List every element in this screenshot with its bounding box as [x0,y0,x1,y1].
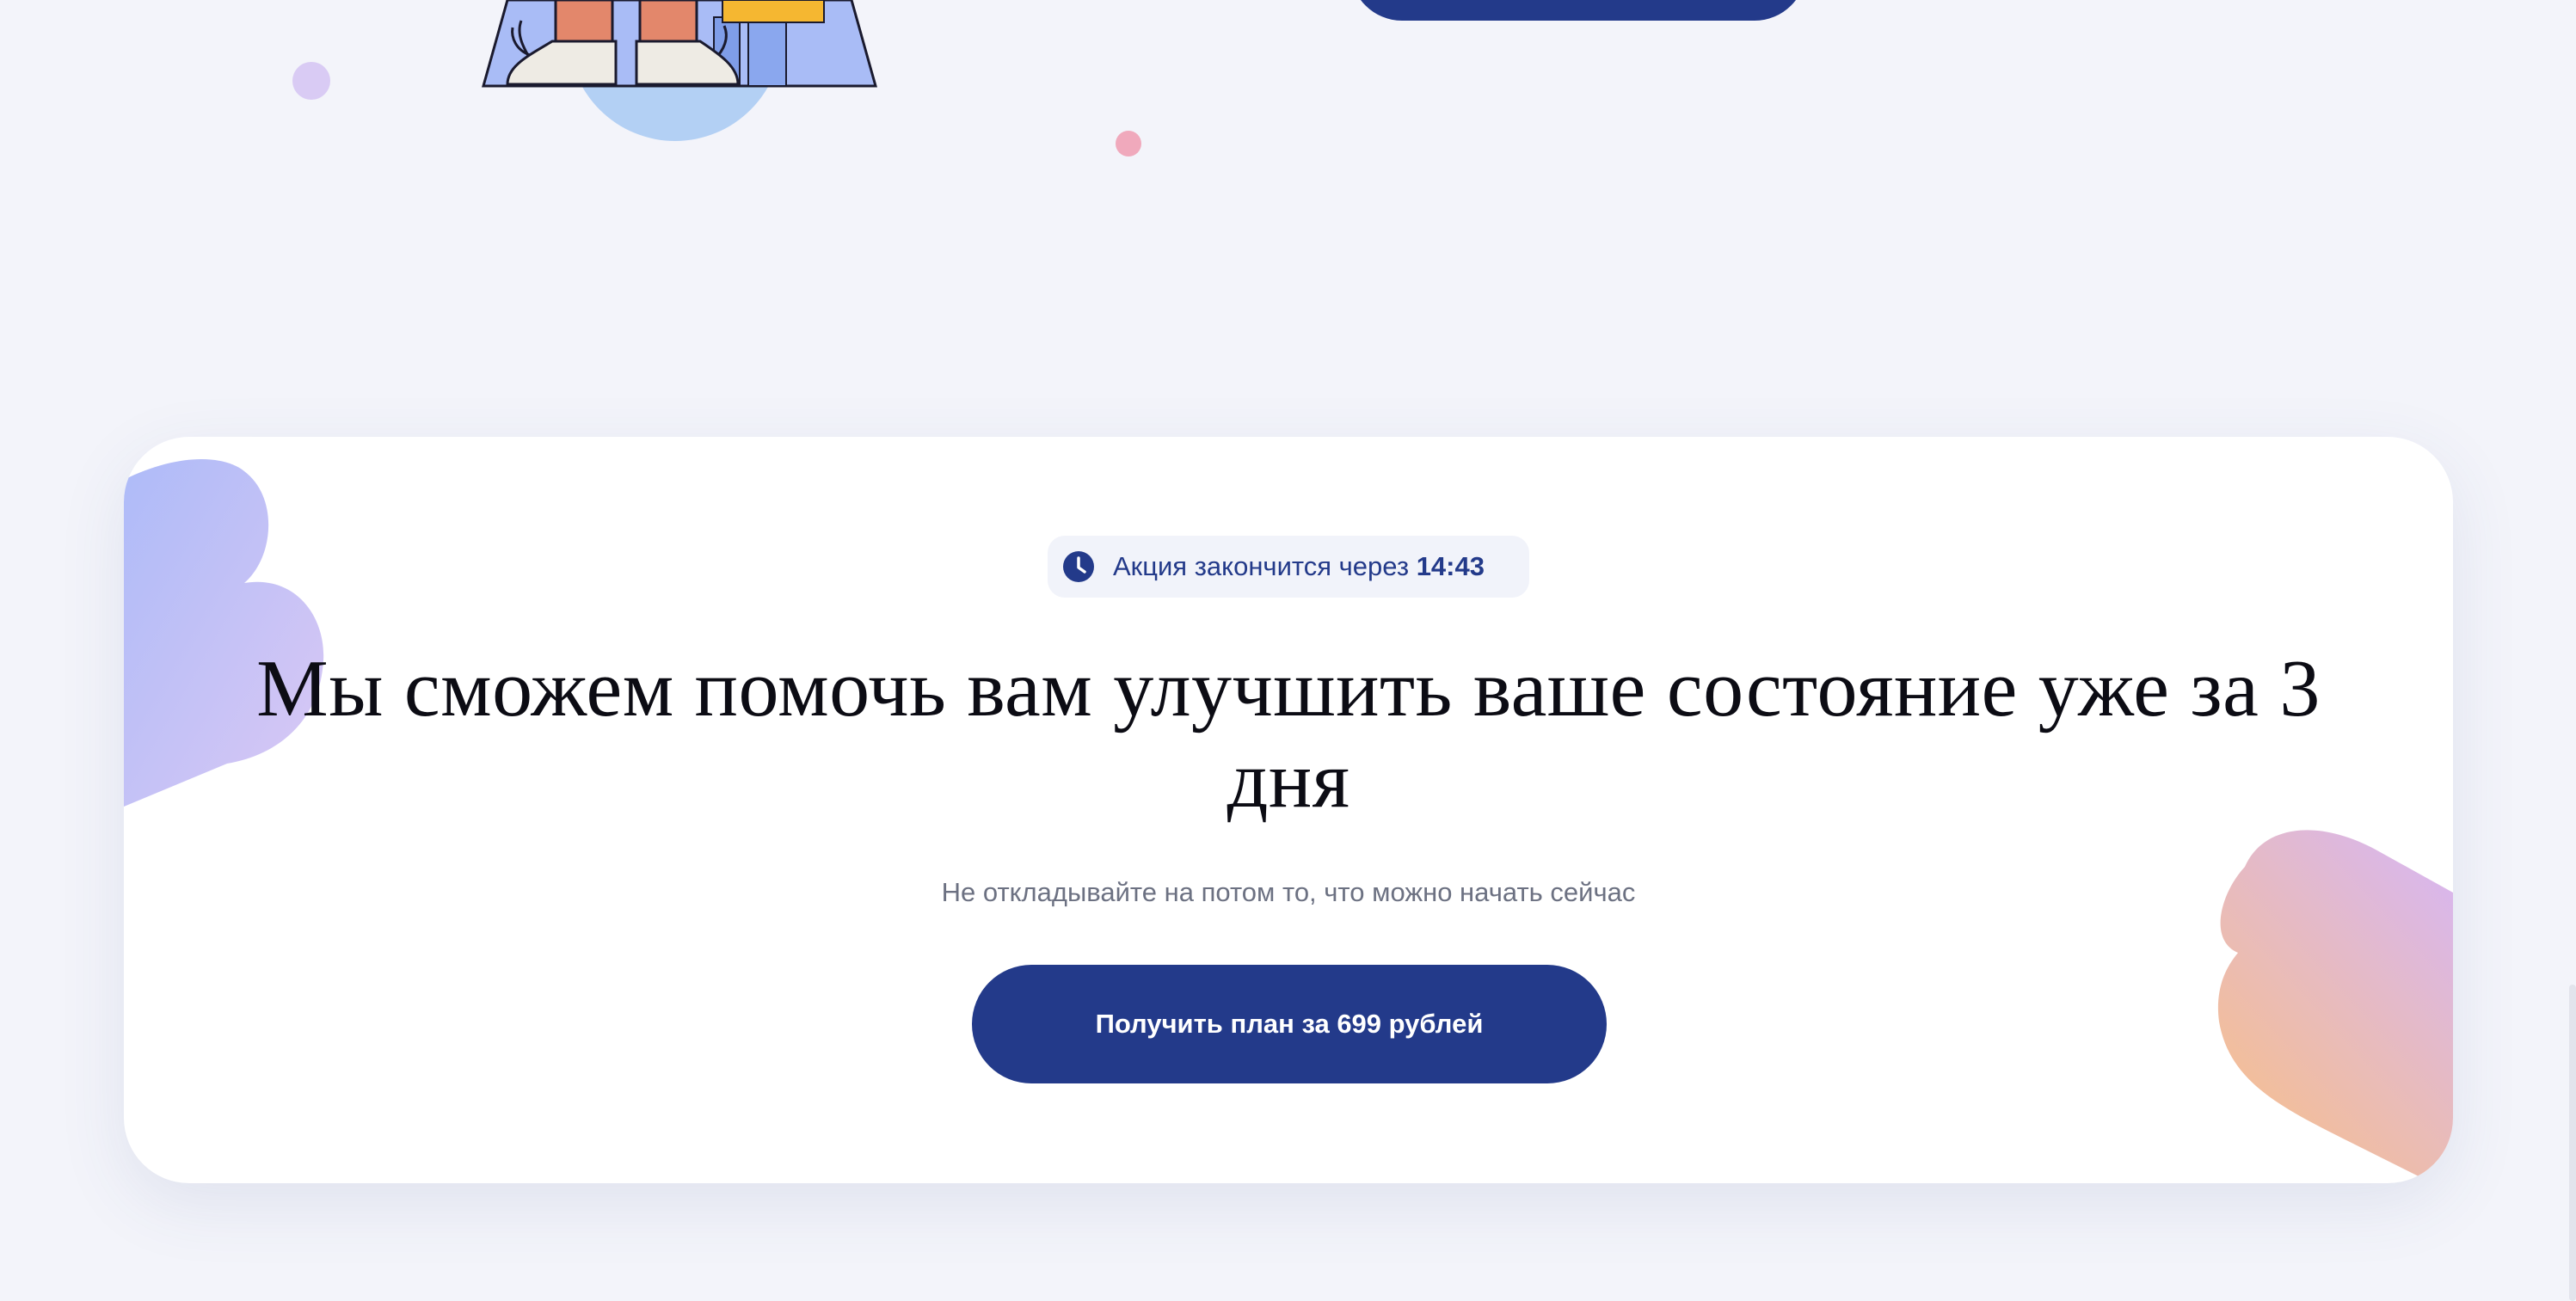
timer-text: Акция закончится через 14:43 [1113,551,1485,582]
previous-section-button[interactable] [1350,0,1806,21]
timer-label: Акция закончится через [1113,551,1410,581]
scrollbar[interactable] [2569,985,2576,1301]
decorative-blob-right [2217,830,2453,1183]
promo-card: Акция закончится через 14:43 Мы сможем п… [124,437,2453,1183]
promo-subtitle: Не откладывайте на потом то, что можно н… [941,877,1636,907]
decorative-dot [1116,131,1141,156]
promo-timer-badge: Акция закончится через 14:43 [1048,536,1529,598]
decorative-dot [292,62,330,100]
promo-headline: Мы сможем помочь вам улучшить ваше состо… [256,644,2321,825]
feet-illustration [456,0,903,146]
get-plan-button[interactable]: Получить план за 699 рублей [972,965,1607,1083]
timer-value: 14:43 [1416,551,1485,581]
clock-icon [1063,551,1094,582]
